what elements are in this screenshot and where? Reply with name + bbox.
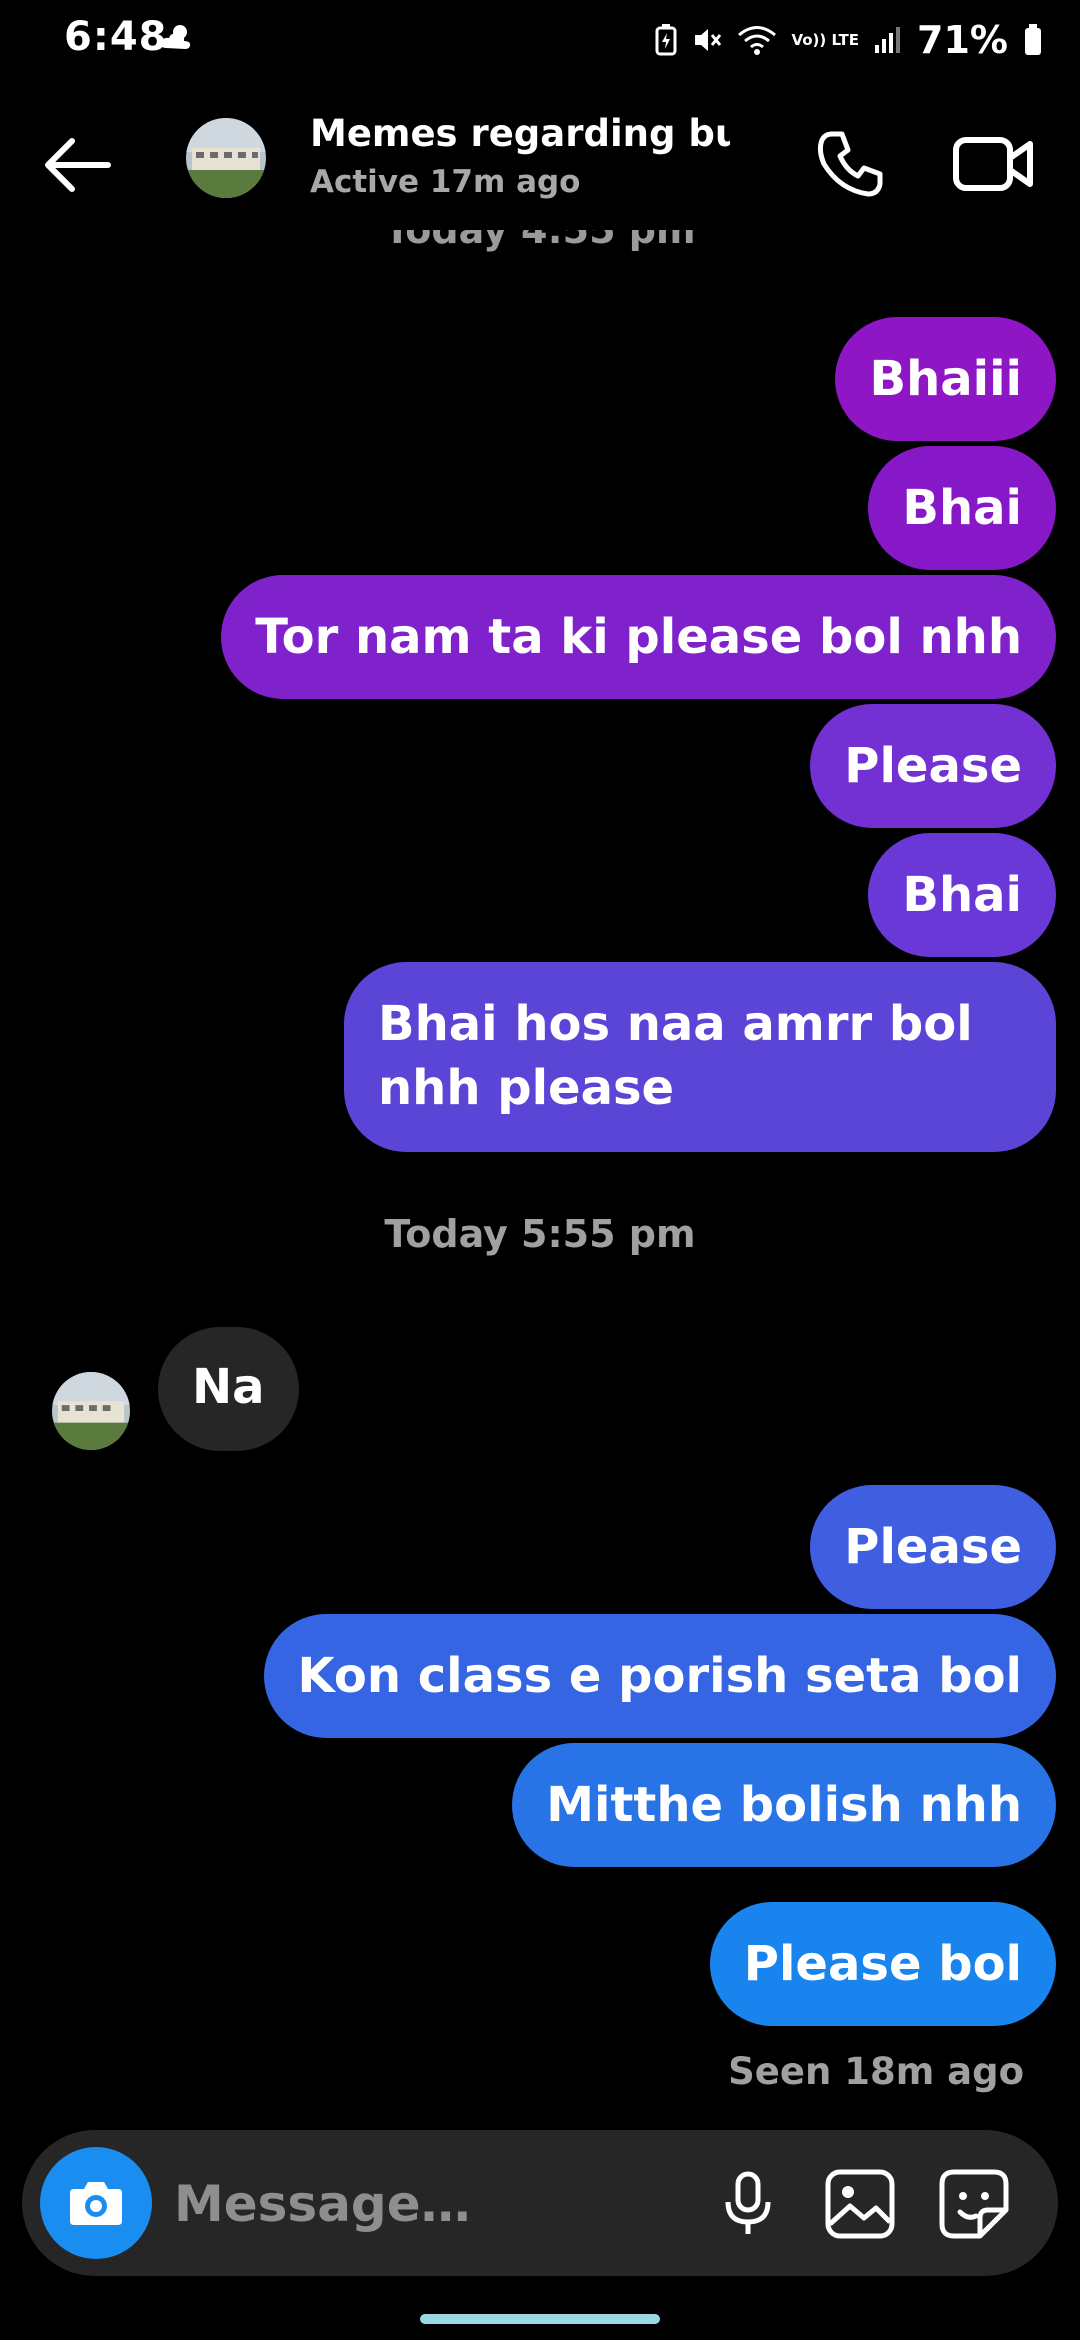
outgoing-message[interactable]: Bhai bbox=[868, 446, 1056, 570]
outgoing-message[interactable]: Bhai hos naa amrr bol nhh please bbox=[344, 962, 1056, 1152]
status-time: 6:48 bbox=[64, 14, 168, 60]
avatar[interactable] bbox=[52, 1372, 130, 1450]
outgoing-message[interactable]: Kon class e porish seta bol bbox=[263, 1614, 1056, 1738]
message-composer bbox=[22, 2130, 1058, 2276]
outgoing-message[interactable]: Please bbox=[810, 704, 1056, 828]
timestamp: Today 4:55 pm bbox=[384, 230, 696, 252]
microphone-button[interactable] bbox=[712, 2168, 784, 2240]
active-status: Active 17m ago bbox=[310, 164, 581, 200]
back-arrow-icon bbox=[45, 138, 111, 192]
outgoing-message[interactable]: Tor nam ta ki please bol nhh bbox=[221, 575, 1056, 699]
signal-icon bbox=[873, 25, 903, 55]
status-bar: 6:48 Vo)) LTE 71% bbox=[0, 0, 1080, 84]
camera-icon bbox=[70, 2182, 122, 2225]
video-camera-icon bbox=[953, 137, 1033, 191]
gallery-icon bbox=[825, 2169, 895, 2239]
call-button[interactable] bbox=[810, 124, 890, 204]
back-button[interactable] bbox=[40, 130, 120, 200]
outgoing-message[interactable]: Please bol bbox=[709, 1902, 1056, 2026]
mute-icon bbox=[691, 24, 723, 56]
seen-status: Seen 18m ago bbox=[728, 2050, 1024, 2093]
sticker-button[interactable] bbox=[936, 2166, 1012, 2242]
outgoing-message[interactable]: Please bbox=[810, 1485, 1056, 1609]
outgoing-message[interactable]: Bhai bbox=[868, 833, 1056, 957]
volte-icon: Vo)) LTE bbox=[791, 30, 860, 49]
gallery-button[interactable] bbox=[822, 2166, 898, 2242]
battery-icon bbox=[1024, 24, 1042, 56]
message-list[interactable]: Today 4:55 pm Bhaiii Bhai Tor nam ta ki … bbox=[0, 230, 1080, 2120]
weather-cloud-icon bbox=[160, 22, 194, 56]
wifi-icon bbox=[737, 24, 777, 56]
battery-saver-icon bbox=[655, 24, 677, 56]
outgoing-message[interactable]: Bhaiii bbox=[835, 317, 1056, 441]
battery-percent: 71% bbox=[917, 18, 1008, 62]
phone-icon bbox=[817, 131, 883, 197]
avatar[interactable] bbox=[186, 118, 266, 198]
chat-title[interactable]: Memes regarding burd… bbox=[310, 112, 730, 155]
camera-button[interactable] bbox=[40, 2147, 152, 2259]
sticker-icon bbox=[939, 2169, 1009, 2239]
chat-header: Memes regarding burd… Active 17m ago bbox=[0, 100, 1080, 230]
video-call-button[interactable] bbox=[950, 124, 1040, 204]
timestamp: Today 5:55 pm bbox=[384, 1212, 696, 1256]
message-input[interactable] bbox=[172, 2168, 696, 2240]
incoming-message[interactable]: Na bbox=[158, 1327, 299, 1451]
home-indicator[interactable] bbox=[420, 2314, 660, 2324]
microphone-icon bbox=[725, 2171, 771, 2234]
outgoing-message[interactable]: Mitthe bolish nhh bbox=[512, 1743, 1056, 1867]
